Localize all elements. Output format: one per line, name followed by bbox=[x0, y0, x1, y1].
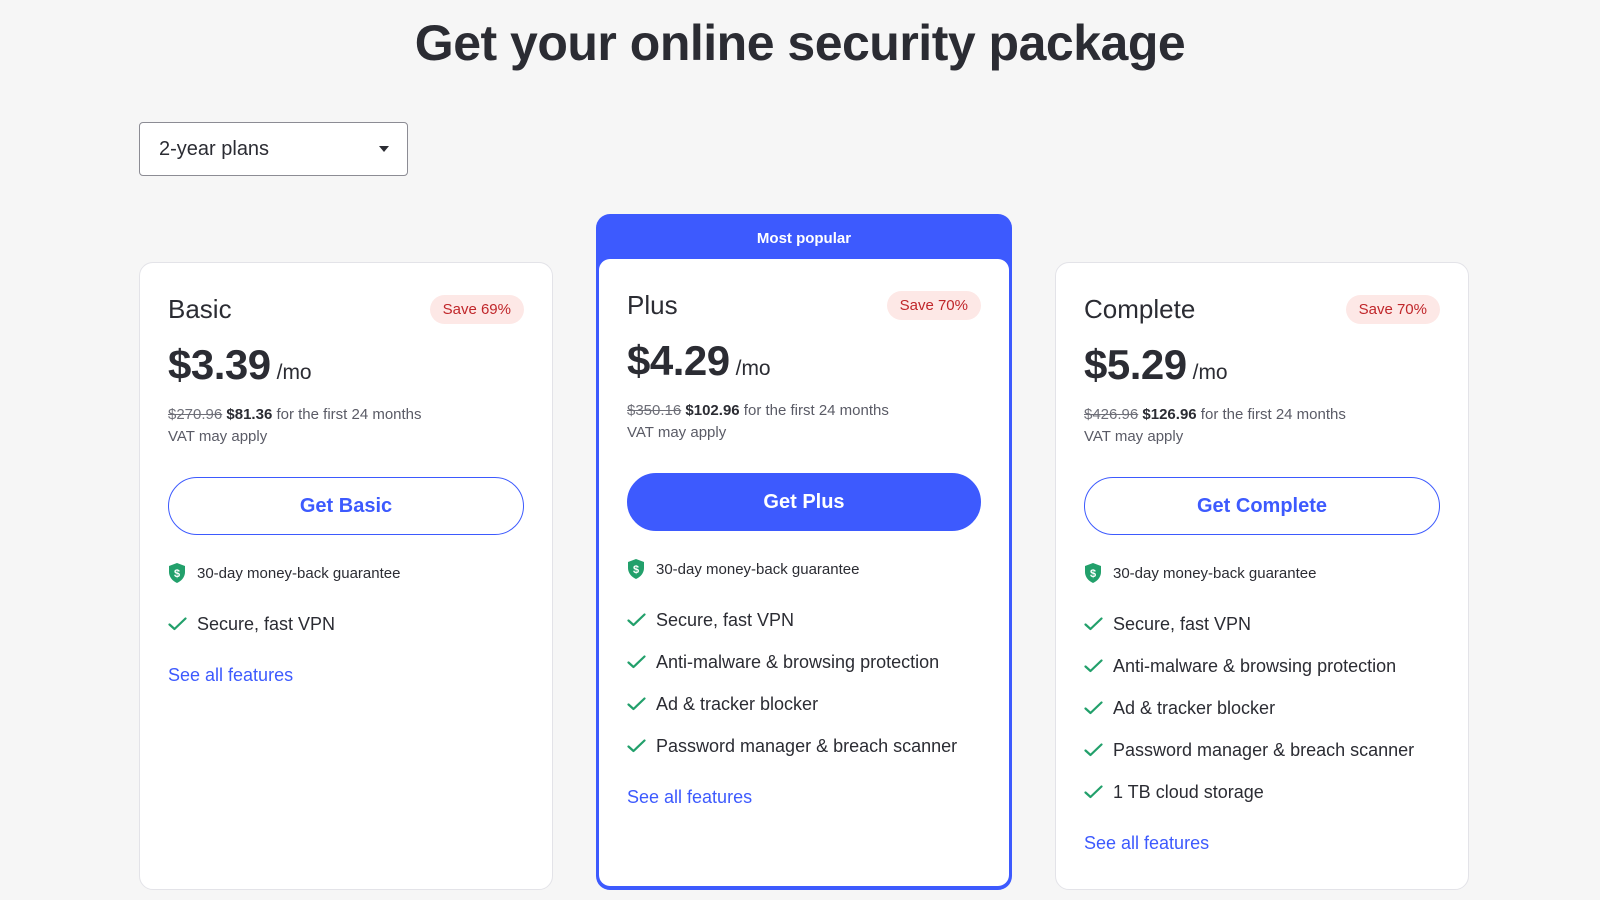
feature-item: Secure, fast VPN bbox=[168, 603, 524, 645]
see-all-features-link[interactable]: See all features bbox=[168, 665, 293, 686]
discounted-total: $102.96 bbox=[685, 402, 740, 419]
check-icon bbox=[1084, 785, 1103, 799]
page-title: Get your online security package bbox=[414, 15, 1186, 71]
feature-label: Secure, fast VPN bbox=[197, 613, 336, 634]
feature-item: Password manager & breach scanner bbox=[1084, 729, 1440, 771]
guarantee-text: 30-day money-back guarantee bbox=[197, 564, 401, 582]
save-badge: Save 70% bbox=[886, 290, 981, 320]
original-price: $426.96 bbox=[1084, 406, 1139, 423]
plan-card-basic: Basic Save 69% $3.39 /mo $270.96 $81.36 … bbox=[139, 262, 553, 890]
feature-item: Secure, fast VPN bbox=[627, 599, 981, 641]
feature-label: Ad & tracker blocker bbox=[656, 693, 819, 714]
check-icon bbox=[627, 697, 646, 711]
feature-label: Anti-malware & browsing protection bbox=[656, 651, 940, 672]
see-all-features-link[interactable]: See all features bbox=[627, 787, 752, 808]
feature-item: Ad & tracker blocker bbox=[1084, 687, 1440, 729]
shield-check-icon: $ bbox=[169, 563, 185, 583]
plan-name: Complete bbox=[1084, 293, 1196, 324]
feature-label: Secure, fast VPN bbox=[1113, 613, 1252, 634]
plan-price: $3.39 bbox=[168, 341, 271, 388]
save-badge: Save 69% bbox=[429, 294, 524, 324]
guarantee-text: 30-day money-back guarantee bbox=[1113, 564, 1317, 582]
plan-card-plus: Plus Save 70% $4.29 /mo $350.16 $102.96 … bbox=[599, 259, 1009, 886]
original-price: $270.96 bbox=[168, 406, 223, 423]
guarantee-text: 30-day money-back guarantee bbox=[656, 560, 860, 578]
plan-price: $5.29 bbox=[1084, 341, 1187, 388]
feature-item: Secure, fast VPN bbox=[1084, 603, 1440, 645]
svg-text:$: $ bbox=[1090, 568, 1096, 580]
discounted-total: $126.96 bbox=[1142, 406, 1197, 423]
check-icon bbox=[1084, 743, 1103, 757]
feature-list: Secure, fast VPN Anti-malware & browsing… bbox=[1084, 603, 1440, 813]
feature-item: Anti-malware & browsing protection bbox=[627, 641, 981, 683]
check-icon bbox=[1084, 701, 1103, 715]
money-back-guarantee: $ 30-day money-back guarantee bbox=[168, 563, 524, 583]
feature-label: Ad & tracker blocker bbox=[1113, 697, 1276, 718]
check-icon bbox=[627, 739, 646, 753]
check-icon bbox=[627, 655, 646, 669]
feature-item: Password manager & breach scanner bbox=[627, 725, 981, 767]
vat-note: VAT may apply bbox=[627, 424, 727, 441]
feature-item: 1 TB cloud storage bbox=[1084, 771, 1440, 813]
get-basic-button[interactable]: Get Basic bbox=[168, 477, 524, 535]
shield-check-icon: $ bbox=[1085, 563, 1101, 583]
plan-price: $4.29 bbox=[627, 337, 730, 384]
plan-card-complete: Complete Save 70% $5.29 /mo $426.96 $126… bbox=[1055, 262, 1469, 890]
billing-details: $350.16 $102.96 for the first 24 months bbox=[627, 401, 981, 421]
svg-text:$: $ bbox=[633, 564, 639, 576]
get-plus-button[interactable]: Get Plus bbox=[627, 473, 981, 531]
plan-name: Basic bbox=[168, 293, 232, 324]
original-price: $350.16 bbox=[627, 402, 682, 419]
feature-label: Password manager & breach scanner bbox=[1113, 739, 1415, 760]
plan-card-plus-highlight: Most popular Plus Save 70% $4.29 /mo $35… bbox=[596, 214, 1012, 890]
price-unit: /mo bbox=[735, 357, 771, 380]
discounted-total: $81.36 bbox=[226, 406, 273, 423]
feature-label: Anti-malware & browsing protection bbox=[1113, 655, 1397, 676]
feature-list: Secure, fast VPN bbox=[168, 603, 524, 645]
save-badge: Save 70% bbox=[1345, 294, 1440, 324]
check-icon bbox=[168, 617, 187, 631]
price-unit: /mo bbox=[1192, 361, 1228, 384]
most-popular-ribbon: Most popular bbox=[756, 229, 852, 247]
get-complete-button[interactable]: Get Complete bbox=[1084, 477, 1440, 535]
check-icon bbox=[1084, 659, 1103, 673]
money-back-guarantee: $ 30-day money-back guarantee bbox=[1084, 563, 1440, 583]
billing-period-text: for the first 24 months bbox=[272, 406, 422, 423]
price-unit: /mo bbox=[276, 361, 312, 384]
feature-label: Secure, fast VPN bbox=[656, 609, 795, 630]
check-icon bbox=[1084, 617, 1103, 631]
shield-check-icon: $ bbox=[628, 559, 644, 579]
see-all-features-link[interactable]: See all features bbox=[1084, 833, 1209, 854]
billing-period-text: for the first 24 months bbox=[739, 402, 889, 419]
feature-label: Password manager & breach scanner bbox=[656, 735, 958, 756]
billing-details: $426.96 $126.96 for the first 24 months bbox=[1084, 405, 1440, 425]
check-icon bbox=[627, 613, 646, 627]
feature-label: 1 TB cloud storage bbox=[1113, 781, 1264, 802]
svg-text:$: $ bbox=[174, 568, 180, 580]
feature-item: Ad & tracker blocker bbox=[627, 683, 981, 725]
money-back-guarantee: $ 30-day money-back guarantee bbox=[627, 559, 981, 579]
billing-period-text: for the first 24 months bbox=[1196, 406, 1346, 423]
feature-list: Secure, fast VPN Anti-malware & browsing… bbox=[627, 599, 981, 767]
plan-period-dropdown[interactable]: 2-year plans bbox=[139, 122, 408, 176]
billing-details: $270.96 $81.36 for the first 24 months bbox=[168, 405, 524, 425]
vat-note: VAT may apply bbox=[168, 428, 268, 445]
vat-note: VAT may apply bbox=[1084, 428, 1184, 445]
plan-name: Plus bbox=[627, 289, 678, 320]
caret-down-icon bbox=[379, 146, 389, 152]
feature-item: Anti-malware & browsing protection bbox=[1084, 645, 1440, 687]
plan-period-value: 2-year plans bbox=[159, 137, 270, 160]
